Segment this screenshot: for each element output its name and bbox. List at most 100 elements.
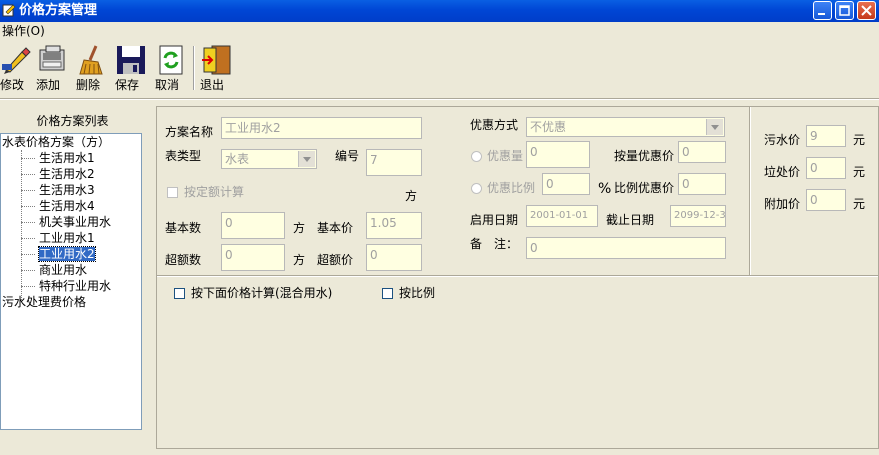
broom-icon <box>79 45 103 75</box>
garbage-label: 垃处价 <box>764 165 801 179</box>
tree-branch-line <box>21 238 35 239</box>
sewage-label: 污水价 <box>764 133 801 147</box>
base-qty-input[interactable]: 0 <box>221 212 285 239</box>
cancel-label: 取消 <box>155 78 180 92</box>
scheme-tree[interactable]: 水表价格方案（方） 污水处理费价格 生活用水1 生活用水2 生活用水3 生活用水4 机关… <box>0 133 142 430</box>
scheme-name-input[interactable]: 工业用水2 <box>221 117 422 139</box>
end-date-input[interactable]: 2099-12-31 <box>670 205 726 227</box>
tree-root-sewage[interactable]: 污水处理费价格 <box>2 295 86 309</box>
delete-label: 删除 <box>76 78 101 92</box>
discount-mode-value: 不优惠 <box>530 120 567 134</box>
minimize-icon <box>818 13 825 15</box>
extra-input[interactable]: 0 <box>806 189 846 211</box>
title-bar: 价格方案管理 <box>0 0 879 22</box>
chevron-down-icon <box>298 151 315 167</box>
maximize-icon <box>839 5 850 16</box>
ratio-discount-price-label: 比例优惠价 <box>614 181 675 195</box>
by-ratio-checkbox[interactable] <box>382 288 393 299</box>
tree-root-water-meter[interactable]: 水表价格方案（方） <box>2 135 110 149</box>
discount-mode-select[interactable]: 不优惠 <box>526 117 725 137</box>
toolbar: 修改 添加 删除 保存 取消 退出 <box>0 40 879 96</box>
qty-discount-price-input[interactable]: 0 <box>678 141 726 163</box>
tree-branch-line <box>21 222 35 223</box>
tree-item[interactable]: 生活用水4 <box>39 199 95 213</box>
tree-item[interactable]: 生活用水2 <box>39 167 95 181</box>
tree-branch-line <box>21 270 35 271</box>
save-label: 保存 <box>115 78 140 92</box>
exit-label: 退出 <box>200 78 225 92</box>
quota-label: 按定额计算 <box>184 185 245 199</box>
tree-item[interactable]: 工业用水1 <box>39 231 95 245</box>
detail-panel: 方案名称 工业用水2 表类型 水表 编号 7 按定额计算 方 基本数 0 方 基… <box>156 106 879 449</box>
over-price-input[interactable]: 0 <box>366 244 422 271</box>
over-qty-input[interactable]: 0 <box>221 244 285 271</box>
discount-mode-label: 优惠方式 <box>470 118 519 132</box>
refresh-icon <box>159 45 183 75</box>
discount-ratio-radio[interactable] <box>471 183 482 194</box>
over-qty-label: 超额数 <box>165 253 202 267</box>
tree-item[interactable]: 工业用水2 <box>38 246 96 262</box>
window-title: 价格方案管理 <box>19 3 98 18</box>
minimize-button[interactable] <box>813 1 832 20</box>
start-date-label: 启用日期 <box>470 213 519 227</box>
add-button[interactable]: 添加 <box>36 44 68 94</box>
meter-type-value: 水表 <box>225 152 250 166</box>
discount-ratio-label: 优惠比例 <box>487 181 536 195</box>
garbage-unit: 元 <box>853 165 866 179</box>
discount-qty-input[interactable]: 0 <box>526 141 590 168</box>
meter-type-select[interactable]: 水表 <box>221 149 317 169</box>
discount-qty-label: 优惠量 <box>487 149 524 163</box>
exit-button[interactable]: 退出 <box>200 44 232 94</box>
cancel-button[interactable]: 取消 <box>155 44 187 94</box>
over-qty-unit: 方 <box>293 253 306 267</box>
number-input[interactable]: 7 <box>366 149 422 176</box>
delete-button[interactable]: 删除 <box>76 44 108 94</box>
meter-type-label: 表类型 <box>165 149 202 163</box>
base-price-label: 基本价 <box>317 221 354 235</box>
close-button[interactable] <box>857 1 876 20</box>
tree-item[interactable]: 机关事业用水 <box>39 215 111 229</box>
scheme-list-header: 价格方案列表 <box>36 114 109 128</box>
app-icon <box>2 4 16 17</box>
menu-operate[interactable]: 操作(O) <box>2 23 45 39</box>
number-label: 编号 <box>335 149 360 163</box>
tree-branch-line <box>21 254 35 255</box>
scheme-list-panel: 价格方案列表 水表价格方案（方） 污水处理费价格 生活用水1 生活用水2 生活用水3… <box>0 106 145 432</box>
ratio-discount-price-input[interactable]: 0 <box>678 173 726 195</box>
garbage-input[interactable]: 0 <box>806 157 846 179</box>
discount-qty-radio[interactable] <box>471 151 482 162</box>
start-date-input[interactable]: 2001-01-01 <box>526 205 598 227</box>
percent-sign: % <box>598 181 612 197</box>
edit-label: 修改 <box>0 78 25 92</box>
tree-item[interactable]: 商业用水 <box>39 263 87 277</box>
base-qty-label: 基本数 <box>165 221 202 235</box>
quota-checkbox[interactable] <box>167 187 178 198</box>
unit-fang-label: 方 <box>405 189 418 203</box>
tree-item[interactable]: 生活用水1 <box>39 151 95 165</box>
remark-label: 备 注： <box>470 237 519 251</box>
save-button[interactable]: 保存 <box>115 44 147 94</box>
extra-label: 附加价 <box>764 197 801 211</box>
base-price-input[interactable]: 1.05 <box>366 212 422 239</box>
toolbar-separator <box>193 46 195 90</box>
close-icon <box>861 5 872 16</box>
discount-ratio-input[interactable]: 0 <box>542 173 590 195</box>
mixed-water-checkbox[interactable] <box>174 288 185 299</box>
tree-branch-line <box>21 158 35 159</box>
sewage-unit: 元 <box>853 133 866 147</box>
tree-item[interactable]: 特种行业用水 <box>39 279 111 293</box>
remark-input[interactable]: 0 <box>526 237 726 259</box>
base-qty-unit: 方 <box>293 221 306 235</box>
tree-item[interactable]: 生活用水3 <box>39 183 95 197</box>
edit-button[interactable]: 修改 <box>0 44 31 94</box>
mixed-water-label: 按下面价格计算(混合用水) <box>191 286 333 300</box>
scheme-name-label: 方案名称 <box>165 125 214 139</box>
maximize-button[interactable] <box>835 1 854 20</box>
over-price-label: 超额价 <box>317 253 354 267</box>
extra-unit: 元 <box>853 197 866 211</box>
tree-branch-line <box>21 174 35 175</box>
pencil-icon <box>2 47 31 74</box>
sewage-input[interactable]: 9 <box>806 125 846 147</box>
right-group-separator <box>749 107 751 275</box>
qty-discount-price-label: 按量优惠价 <box>614 149 675 163</box>
